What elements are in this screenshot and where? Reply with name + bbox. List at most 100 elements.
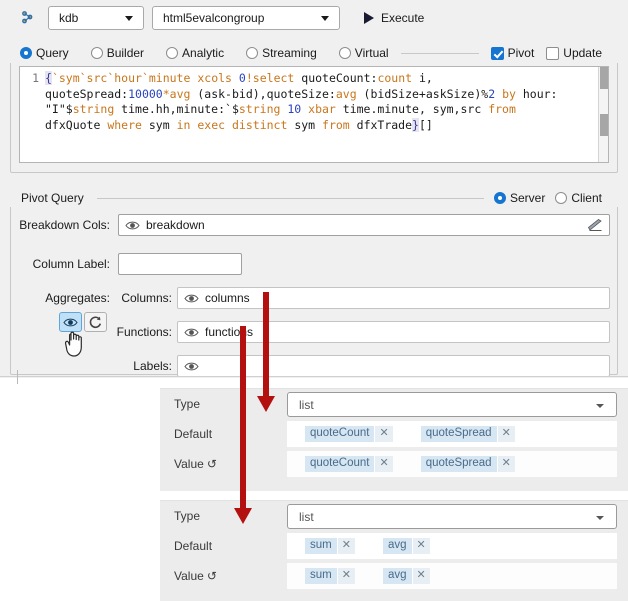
column-label-input[interactable] [118,253,242,275]
code-token: `sym`src`hour`minute [52,71,190,85]
radio-analytic[interactable]: Analytic [162,46,230,60]
chip-label: quoteCount [305,426,374,442]
mouse-cursor-hand-icon [63,325,93,363]
chip[interactable]: quoteSpread ✕ [421,456,515,472]
top-toolbar: kdb html5evalcongroup Execute [0,0,628,36]
radio-indicator [555,192,567,204]
chip[interactable]: quoteCount ✕ [305,426,393,442]
code-token: xcols [197,71,232,85]
chip-remove-icon[interactable]: ✕ [413,568,430,584]
value-label: Value↺ [174,457,217,471]
chip-remove-icon[interactable]: ✕ [498,426,515,442]
eye-icon [184,327,199,338]
code-token [232,71,239,85]
breakdown-cols-value: breakdown [146,218,205,232]
value-label-text: Value [174,569,204,583]
groupbox-divider [401,53,479,54]
value-chip-list[interactable]: sum ✕ avg ✕ [287,563,617,589]
connection-group-value: html5evalcongroup [163,11,315,25]
type-dropdown[interactable]: list [287,504,617,529]
chip-remove-icon[interactable]: ✕ [375,456,392,472]
value-chip-list[interactable]: quoteCount ✕ quoteSpread ✕ [287,451,617,477]
code-token: avg [170,87,191,101]
code-token: where [107,118,142,132]
execute-button-label: Execute [381,11,424,25]
popup-row-type: Type list [160,501,628,531]
code-token: sym [287,118,322,132]
aggregates-columns-field[interactable]: columns [177,287,610,309]
radio-builder-label: Builder [107,46,144,60]
pivot-query-title: Pivot Query [10,191,91,205]
chip-remove-icon[interactable]: ✕ [413,538,430,554]
radio-client[interactable]: Client [551,191,608,205]
chip-remove-icon[interactable]: ✕ [375,426,392,442]
checkbox-pivot[interactable]: Pivot [485,46,541,60]
editor-code-text[interactable]: {`sym`src`hour`minute xcols 0!select quo… [42,67,598,162]
code-token [225,118,232,132]
editor-scrollbar-thumb-2[interactable] [600,114,608,136]
code-token: select [253,71,295,85]
code-token: { [45,71,52,85]
groupbox-divider [97,198,484,199]
checkbox-update[interactable]: Update [540,46,608,60]
code-token: } [412,118,419,132]
breakdown-cols-field[interactable]: breakdown [118,214,610,236]
chip[interactable]: quoteSpread ✕ [421,426,515,442]
chip-remove-icon[interactable]: ✕ [338,538,355,554]
chip[interactable]: avg ✕ [383,538,430,554]
query-code-editor[interactable]: 1 {`sym`src`hour`minute xcols 0!select q… [19,66,609,163]
settings-gear-icon[interactable] [20,10,36,26]
chip-remove-icon[interactable]: ✕ [338,568,355,584]
code-token: sym [142,118,177,132]
reset-reload-icon[interactable]: ↺ [207,569,217,583]
type-label: Type [174,509,200,523]
code-token: by [502,87,516,101]
connection-type-value: kdb [59,11,119,25]
code-token: time.minute, sym,src [336,102,488,116]
radio-query[interactable]: Query [16,46,75,60]
code-token: count [377,71,412,85]
connection-type-dropdown[interactable]: kdb [48,6,144,30]
chip-remove-icon[interactable]: ✕ [498,456,515,472]
default-chip-list[interactable]: quoteCount ✕ quoteSpread ✕ [287,421,617,447]
chip-label: sum [305,538,337,554]
type-dropdown[interactable]: list [287,392,617,417]
code-token: quoteSpread: [45,87,128,101]
code-token: * [163,87,170,101]
connection-group-dropdown[interactable]: html5evalcongroup [152,6,340,30]
chevron-down-icon [596,516,604,520]
radio-server[interactable]: Server [490,191,551,205]
checkbox-update-label: Update [563,46,602,60]
chip-label: avg [383,568,412,584]
chip[interactable]: sum ✕ [305,568,355,584]
chip[interactable]: quoteCount ✕ [305,456,393,472]
chip[interactable]: sum ✕ [305,538,355,554]
default-chip-list[interactable]: sum ✕ avg ✕ [287,533,617,559]
radio-indicator [91,47,103,59]
radio-indicator [166,47,178,59]
eraser-icon[interactable] [588,219,603,232]
editor-scrollbar[interactable] [598,67,608,162]
chip[interactable]: avg ✕ [383,568,430,584]
arrow-to-functions-popup [233,326,253,526]
radio-query-label: Query [36,46,69,60]
radio-indicator [246,47,258,59]
radio-virtual-label: Virtual [355,46,389,60]
radio-streaming[interactable]: Streaming [242,46,323,60]
pivot-query-header: Pivot Query Server Client [10,189,618,207]
popup-row-value: Value↺ quoteCount ✕ quoteSpread ✕ [160,449,628,479]
code-token: exec [197,118,225,132]
reset-reload-icon[interactable]: ↺ [207,457,217,471]
arrow-to-columns-popup [256,292,276,414]
code-token: 0 [239,71,246,85]
code-token: xbar [308,102,336,116]
checkbox-pivot-label: Pivot [508,46,535,60]
value-label-text: Value [174,457,204,471]
radio-virtual[interactable]: Virtual [335,46,395,60]
editor-scrollbar-thumb[interactable] [600,67,608,89]
aggregates-labels-label: Labels: [110,359,172,373]
radio-builder[interactable]: Builder [87,46,150,60]
execute-button[interactable]: Execute [360,9,428,27]
type-label: Type [174,397,200,411]
code-token: i, [412,71,433,85]
